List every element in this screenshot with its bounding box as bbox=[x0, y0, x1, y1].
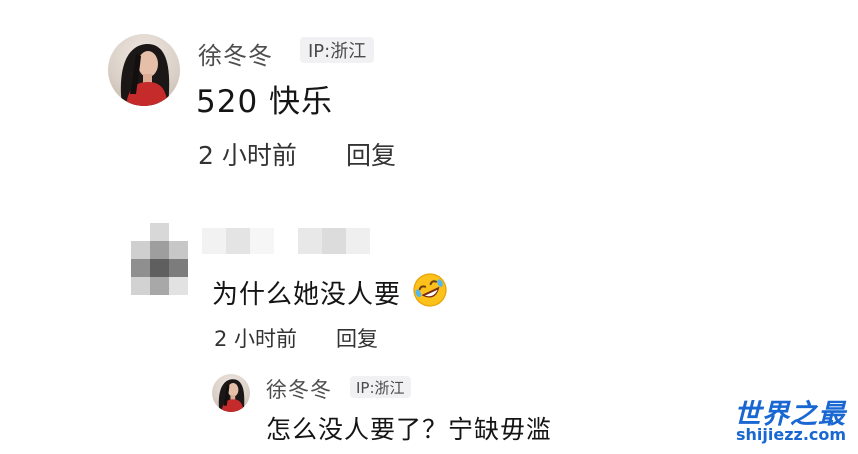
ip-location-badge: IP:浙江 bbox=[300, 37, 375, 63]
blurred-username bbox=[202, 228, 370, 254]
ip-location-badge: IP:浙江 bbox=[350, 376, 411, 398]
rolling-laugh-emoji-icon bbox=[412, 272, 448, 308]
comment-text: 为什么她没人要 bbox=[212, 280, 402, 310]
blurred-avatar-icon[interactable] bbox=[131, 223, 189, 297]
reply-text: 怎么没人要了？宁缺毋滥 bbox=[266, 415, 553, 444]
comment-text: 520 快乐 bbox=[196, 84, 334, 120]
comment-timestamp: 2 小时前 bbox=[214, 327, 298, 351]
username[interactable]: 徐冬冬 bbox=[266, 374, 332, 404]
comment-timestamp: 2 小时前 bbox=[198, 141, 297, 170]
user-avatar-icon[interactable] bbox=[108, 34, 180, 106]
reply-button[interactable]: 回复 bbox=[346, 136, 396, 172]
reply-button[interactable]: 回复 bbox=[336, 323, 378, 353]
username[interactable]: 徐冬冬 bbox=[198, 36, 273, 71]
watermark-url: shijiezz.com bbox=[736, 425, 847, 444]
user-avatar-icon[interactable] bbox=[212, 374, 250, 412]
